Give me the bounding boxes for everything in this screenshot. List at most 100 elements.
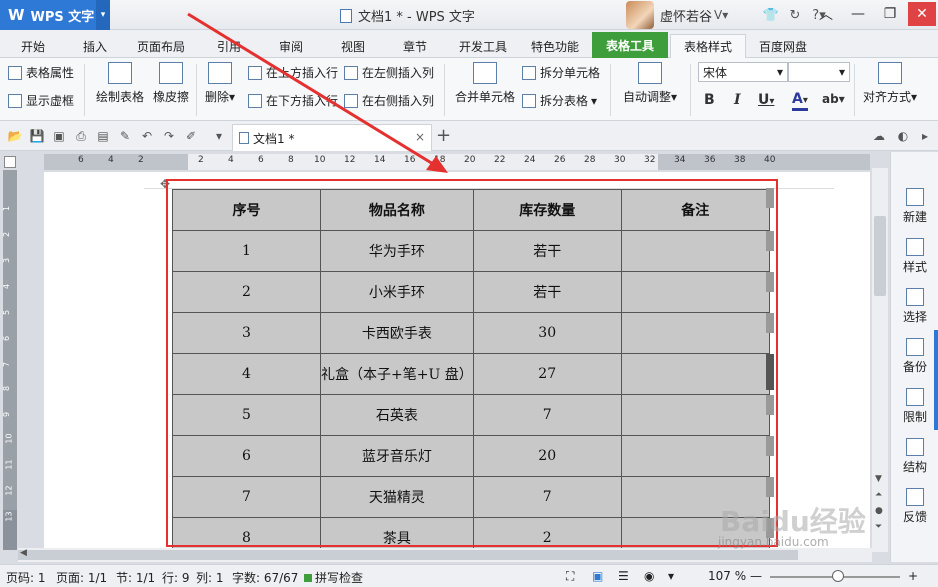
tab-references[interactable]: 引用 <box>204 34 254 58</box>
tab-table-style[interactable]: 表格样式 <box>670 34 746 58</box>
open-icon[interactable]: 📂 <box>8 129 23 143</box>
chevron-down-icon[interactable]: ▾ <box>96 0 110 30</box>
side-backup-button[interactable]: 备份 <box>891 338 938 375</box>
close-button[interactable]: ✕ <box>908 2 936 26</box>
new-tab-icon[interactable]: + <box>436 125 451 146</box>
horizontal-ruler[interactable]: 6 4 2 2 4 6 8 10 12 14 16 18 20 22 24 26… <box>44 154 870 170</box>
close-tab-icon[interactable]: × <box>415 130 425 144</box>
insert-row-below-button[interactable]: 在下方插入行 <box>248 92 338 109</box>
skin-icon[interactable]: 👕 <box>760 4 782 26</box>
outline-view-icon[interactable]: ☰ <box>618 569 629 583</box>
tab-section[interactable]: 章节 <box>390 34 440 58</box>
side-restrict-button[interactable]: 限制 <box>891 388 938 425</box>
spell-check-button[interactable]: 拼写检查 <box>304 569 363 586</box>
tab-baidu-pan[interactable]: 百度网盘 <box>752 34 814 58</box>
ribbon-divider <box>610 64 611 116</box>
insert-col-left-button[interactable]: 在左侧插入列 <box>344 64 434 81</box>
horizontal-scroll-thumb[interactable] <box>18 550 798 560</box>
share-doc-icon[interactable]: ◐ <box>896 129 910 143</box>
font-color-button[interactable]: A▾ <box>792 92 808 111</box>
wps-logo-icon: W <box>8 6 25 24</box>
print-icon[interactable]: ⎙ <box>74 129 88 143</box>
highlight-box <box>166 179 778 547</box>
table-properties-icon <box>8 65 22 80</box>
page-down-icon[interactable]: ⏷ <box>875 522 882 532</box>
align-button[interactable]: 对齐方式▾ <box>862 62 918 105</box>
horizontal-scrollbar[interactable]: ◀ <box>18 548 872 562</box>
minimize-button[interactable]: — <box>844 2 872 26</box>
zoom-slider-thumb[interactable] <box>832 570 844 582</box>
tab-page-layout[interactable]: 页面布局 <box>130 34 192 58</box>
tab-home[interactable]: 开始 <box>8 34 58 58</box>
highlight-icon[interactable]: ab▾ <box>822 92 845 106</box>
pdf-icon[interactable]: ▣ <box>52 129 66 143</box>
redo-icon[interactable]: ↷ <box>162 129 176 143</box>
autofit-button[interactable]: 自动调整▾ <box>618 62 682 105</box>
side-new-button[interactable]: 新建 <box>891 188 938 225</box>
chevron-down-icon[interactable]: ▾ <box>212 129 226 143</box>
user-account[interactable]: 虚怀若谷 V▾ <box>626 0 728 30</box>
side-panel-toggle[interactable] <box>934 330 938 430</box>
fullscreen-icon[interactable]: ⛶ <box>566 569 574 584</box>
tab-developer[interactable]: 开发工具 <box>452 34 514 58</box>
gridlines-icon <box>8 93 22 108</box>
split-table-button[interactable]: 拆分表格 ▾ <box>522 92 597 109</box>
read-view-icon[interactable]: ▾ <box>668 569 674 583</box>
avatar[interactable] <box>626 1 654 29</box>
vertical-ruler[interactable]: 1 2 3 4 5 6 7 8 9 10 11 12 13 <box>2 170 17 550</box>
format-painter-icon[interactable]: ✎ <box>118 129 132 143</box>
tab-document[interactable]: 文档1 * × <box>232 124 432 151</box>
scroll-down-icon[interactable]: ▼ <box>875 474 882 484</box>
tab-review[interactable]: 审阅 <box>266 34 316 58</box>
vertical-scrollbar[interactable]: ▼ ⏶ ● ⏷ <box>872 168 888 552</box>
web-view-icon[interactable]: ◉ <box>644 569 654 583</box>
side-structure-button[interactable]: 结构 <box>891 438 938 475</box>
window-title: 文档1 * - WPS 文字 <box>340 6 475 25</box>
font-name-select[interactable]: 宋体 ▾ <box>698 62 788 82</box>
scroll-left-icon[interactable]: ◀ <box>20 548 27 558</box>
draw-table-button[interactable]: 绘制表格 <box>92 62 148 105</box>
vertical-scroll-thumb[interactable] <box>874 216 886 296</box>
italic-button[interactable]: I <box>734 92 741 108</box>
more-icon[interactable]: ▸ <box>918 129 932 143</box>
side-feedback-button[interactable]: 反馈 <box>891 488 938 525</box>
eraser-quick-icon[interactable]: ✐ <box>184 129 198 143</box>
insert-row-above-button[interactable]: 在上方插入行 <box>248 64 338 81</box>
cloud-icon[interactable]: ☁ <box>872 129 886 143</box>
tab-features[interactable]: 特色功能 <box>524 34 586 58</box>
print-preview-icon[interactable]: ▤ <box>96 129 110 143</box>
undo-icon[interactable]: ↶ <box>140 129 154 143</box>
table-properties-button[interactable]: 表格属性 <box>8 64 74 81</box>
eraser-button[interactable]: 橡皮擦 <box>150 62 192 105</box>
page-view-icon[interactable]: ▣ <box>592 569 603 583</box>
zoom-level[interactable]: 107 % <box>708 569 746 583</box>
underline-button[interactable]: U▾ <box>758 92 774 108</box>
side-style-button[interactable]: 样式 <box>891 238 938 275</box>
zoom-in-icon[interactable]: + <box>908 569 918 583</box>
tab-view[interactable]: 视图 <box>328 34 378 58</box>
insert-row-below-icon <box>248 93 262 108</box>
tab-table-tools[interactable]: 表格工具 <box>592 32 668 58</box>
tab-insert[interactable]: 插入 <box>70 34 120 58</box>
page-up-icon[interactable]: ⏶ <box>875 490 882 500</box>
share-icon[interactable]: ↻ <box>784 4 806 26</box>
app-menu-button[interactable]: W WPS 文字 ▾ <box>0 0 110 30</box>
ruler-corner[interactable] <box>4 156 16 168</box>
maximize-button[interactable]: ❐ <box>876 2 904 26</box>
show-gridlines-button[interactable]: 显示虚框 <box>8 92 74 109</box>
ribbon-collapse-icon[interactable]: ︿ <box>812 2 840 26</box>
bold-button[interactable]: B <box>704 92 715 108</box>
user-name[interactable]: 虚怀若谷 <box>660 6 712 25</box>
insert-col-right-button[interactable]: 在右侧插入列 <box>344 92 434 109</box>
split-cells-button[interactable]: 拆分单元格 <box>522 64 600 81</box>
zoom-out-icon[interactable]: — <box>750 569 762 583</box>
font-size-select[interactable]: ▾ <box>788 62 850 82</box>
status-pages: 页面: 1/1 <box>56 571 108 585</box>
insert-row-above-icon <box>248 65 262 80</box>
select-browse-icon[interactable]: ● <box>875 506 883 516</box>
save-icon[interactable]: 💾 <box>30 129 45 143</box>
side-select-button[interactable]: 选择 <box>891 288 938 325</box>
merge-cells-button[interactable]: 合并单元格 <box>452 62 518 105</box>
delete-button[interactable]: 删除▾ <box>200 62 240 105</box>
chevron-down-icon: ▾ <box>670 90 678 104</box>
